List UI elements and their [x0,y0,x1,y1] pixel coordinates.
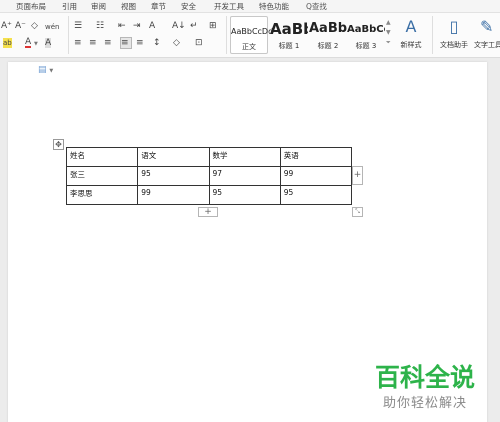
watermark-logo: 百科全说 助你轻松解决 [371,358,491,414]
doc-helper-label: 文档助手 [440,41,468,49]
table-row: 姓名 语文 数学 英语 [65,147,353,167]
divider [68,16,69,54]
style-heading-3[interactable]: AaBbCc 标题 3 [347,16,385,54]
style-heading-1[interactable]: AaBb 标题 1 [270,16,308,54]
table-cell[interactable]: 张三 [65,166,139,186]
add-column-button[interactable]: + [352,166,363,185]
style-sample: AaBb [270,20,308,38]
show-marks-icon[interactable]: ↵ [190,21,198,31]
phonetic-guide-icon[interactable]: wén [45,22,59,32]
menu-item-section[interactable]: 章节 [151,1,166,12]
justify-icon[interactable]: ≡ [121,38,129,48]
grow-font-icon[interactable]: A⁺ [1,21,12,31]
chinese-layout-icon[interactable]: A [149,21,155,31]
text-tools-label: 文字工具 [474,41,500,49]
table-cell[interactable]: 李思思 [65,185,139,205]
new-style-button[interactable]: A 新样式 [396,18,426,50]
increase-indent-icon[interactable]: ⇥ [133,21,141,31]
style-label: 标题 2 [317,42,339,50]
table-cell[interactable]: 95 [279,185,353,205]
style-label: 标题 1 [278,42,300,50]
menu-item-page-layout[interactable]: 页面布局 [16,1,46,12]
table-row: 李思思 99 95 95 [65,185,353,205]
highlight-color-icon[interactable]: ab [3,38,12,48]
search-button[interactable]: Q查找 [306,1,327,12]
text-tools-button[interactable]: ✎ 文字工具 [474,18,500,50]
wrench-icon: ✎ [480,17,494,36]
chevron-down-icon[interactable]: ▼ [34,41,38,47]
style-label: 正文 [242,43,256,51]
table-cell[interactable]: 英语 [279,147,353,167]
font-color-icon[interactable]: A [25,38,32,48]
ribbon-toolbar: A⁺ A⁻ ◇ wén ab A ▼ A ☰ ☷ ⇤ ⇥ A A↓ ↵ ⊞ ≡ … [0,13,500,58]
table-cell[interactable]: 姓名 [65,147,139,167]
table-cell[interactable]: 99 [279,166,353,186]
align-right-icon[interactable]: ≡ [104,38,112,48]
paragraph-borders-icon[interactable]: ⊡ [195,38,203,48]
menu-item-references[interactable]: 引用 [62,1,77,12]
doc-helper-button[interactable]: ▯ 文档助手 [438,18,470,50]
table-cell[interactable]: 99 [137,185,210,205]
table-cell[interactable]: 95 [208,185,281,205]
watermark-title: 百科全说 [375,363,476,392]
divider [226,16,227,54]
table-cell[interactable]: 97 [208,166,281,186]
style-sample: AaBbC [309,21,347,36]
bullets-icon[interactable]: ☰ [74,21,82,31]
data-table[interactable]: 姓名 语文 数学 英语 张三 95 97 99 李思思 99 95 95 [65,147,353,205]
table-cell[interactable]: 数学 [208,147,281,167]
distribute-icon[interactable]: ≡ [136,38,144,48]
char-shading-icon[interactable]: A [45,38,52,48]
table-resize-handle[interactable]: ⤡ [352,207,363,217]
style-sample: AaBbCcDd [231,27,274,36]
document-icon: ▯ [449,17,459,36]
divider [432,16,433,54]
decrease-indent-icon[interactable]: ⇤ [118,21,126,31]
style-heading-2[interactable]: AaBbC 标题 2 [309,16,347,54]
style-sample: AaBbCc [347,24,385,35]
table-cell[interactable]: 语文 [137,147,210,167]
table-move-handle[interactable]: ✥ [53,139,64,150]
clear-format-icon[interactable]: ◇ [31,21,38,31]
table-row: 张三 95 97 99 [65,166,353,186]
align-left-icon[interactable]: ≡ [74,38,82,48]
menu-item-features[interactable]: 特色功能 [259,1,289,12]
menu-bar: 页面布局 引用 审阅 视图 章节 安全 开发工具 特色功能 Q查找 [0,0,500,13]
new-style-icon: A [405,17,417,36]
shading-icon[interactable]: ◇ [173,38,180,48]
table-borders-icon[interactable]: ⊞ [209,21,217,31]
sort-icon[interactable]: A↓ [172,21,186,31]
page-nav-icon[interactable]: ▤ ▼ [38,65,53,75]
style-label: 标题 3 [355,42,377,50]
menu-item-review[interactable]: 审阅 [91,1,106,12]
style-normal[interactable]: AaBbCcDd 正文 [230,16,274,54]
menu-item-developer[interactable]: 开发工具 [214,1,244,12]
watermark-subtitle: 助你轻松解决 [383,396,468,411]
menu-item-view[interactable]: 视图 [121,1,136,12]
line-spacing-icon[interactable]: ↕ [153,38,161,48]
menu-item-security[interactable]: 安全 [181,1,196,12]
align-center-icon[interactable]: ≡ [89,38,97,48]
add-row-button[interactable]: + [198,207,218,217]
new-style-label: 新样式 [400,41,422,49]
table-cell[interactable]: 95 [137,166,210,186]
gallery-scroll[interactable]: ▲ ▼ ⏷ [386,18,391,48]
shrink-font-icon[interactable]: A⁻ [15,21,26,31]
numbering-icon[interactable]: ☷ [96,21,104,31]
